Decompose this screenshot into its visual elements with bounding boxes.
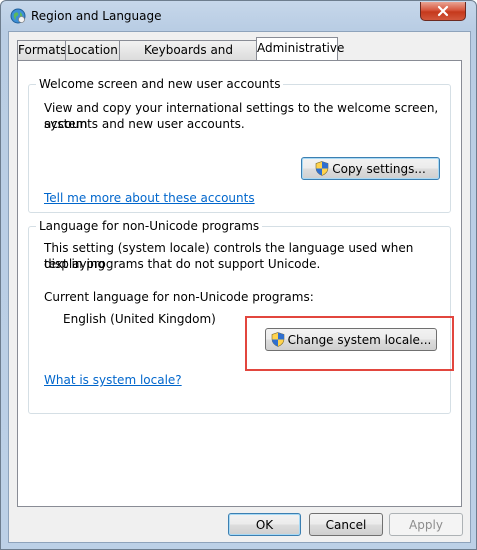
accounts-help-link[interactable]: Tell me more about these accounts — [44, 191, 255, 205]
administrative-panel: Welcome screen and new user accounts Vie… — [17, 60, 462, 507]
annotation-highlight-box — [245, 316, 454, 371]
apply-button[interactable]: Apply — [389, 513, 463, 536]
copy-settings-label: Copy settings... — [332, 162, 426, 176]
current-language-value: English (United Kingdom) — [63, 312, 216, 326]
tab-location[interactable]: Location — [65, 40, 120, 60]
region-language-window: Region and Language Formats Location Key… — [0, 0, 477, 550]
tab-administrative[interactable]: Administrative — [256, 37, 344, 60]
dialog-body: Formats Location Keyboards and Languages… — [8, 31, 471, 543]
title-bar[interactable]: Region and Language — [1, 1, 476, 31]
system-locale-help-link[interactable]: What is system locale? — [44, 373, 182, 387]
non-unicode-group-title: Language for non-Unicode programs — [36, 219, 263, 233]
welcome-screen-group: Welcome screen and new user accounts Vie… — [28, 77, 451, 213]
current-language-label: Current language for non-Unicode program… — [44, 290, 314, 304]
cancel-button[interactable]: Cancel — [309, 513, 383, 536]
tab-keyboards-languages[interactable]: Keyboards and Languages — [119, 40, 258, 76]
locale-description-line2: text in programs that do not support Uni… — [44, 257, 321, 271]
copy-settings-button[interactable]: Copy settings... — [301, 157, 440, 180]
welcome-group-title: Welcome screen and new user accounts — [36, 77, 284, 91]
close-icon — [437, 5, 449, 17]
ok-button[interactable]: OK — [228, 513, 301, 536]
globe-icon — [10, 8, 26, 24]
welcome-description-line2: accounts and new user accounts. — [44, 117, 245, 131]
shield-icon — [315, 161, 329, 176]
tab-formats[interactable]: Formats — [17, 40, 67, 60]
window-title: Region and Language — [31, 9, 162, 23]
close-button[interactable] — [420, 2, 466, 21]
